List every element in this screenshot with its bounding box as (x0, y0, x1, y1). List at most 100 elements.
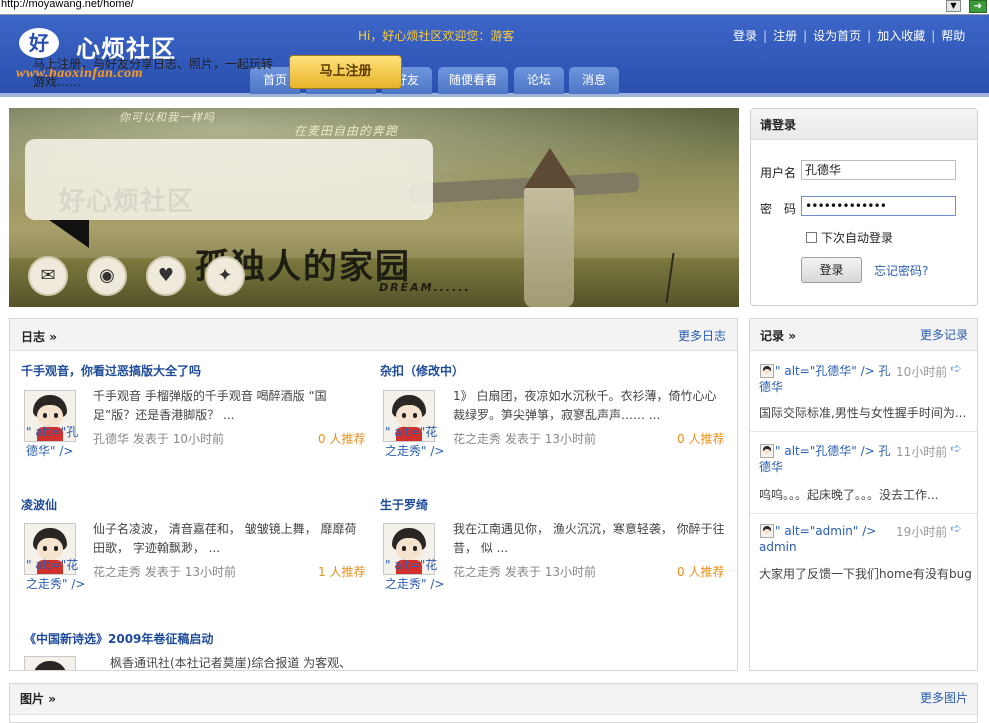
record-text: 大家用了反馈一下我们home有没有bug (759, 567, 971, 581)
diary-post-excerpt: 仙子名凌波， 清音嘉荏和， 皱皱镜上舞， 靡靡荷田歌， 字迹翰飘渺， ... (93, 522, 357, 555)
diary-post-excerpt: 枫香通讯社(本社记者莫崖)综合报道 为客观、 (110, 656, 352, 670)
banner-watermark: 好心烦社区 (59, 187, 195, 217)
diary-post-title[interactable]: 千手观音，你看过恶搞版大全了吗 (21, 362, 201, 379)
post-posted-label: 发表于 (504, 565, 541, 579)
forgot-password-link[interactable]: 忘记密码? (874, 262, 928, 279)
login-button[interactable]: 登录 (801, 257, 862, 283)
hero-banner: 你可以和我一样吗 在麦田自由的奔跑 好心烦社区 孤独人的家园 DREAM....… (9, 108, 739, 307)
post-author[interactable]: 孔德华 (93, 432, 129, 446)
top-links: 登录 | 注册 | 设为首页 | 加入收藏 | 帮助 (733, 27, 965, 44)
set-homepage-link[interactable]: 设为首页 (813, 29, 861, 43)
game-icon[interactable]: ✦ (205, 256, 245, 296)
post-time: 13小时前 (544, 432, 596, 446)
more-diary-link[interactable]: 更多日志 (678, 327, 726, 344)
photos-title-text: 图片 (20, 692, 45, 706)
diary-post-excerpt: 我在江南遇见你， 渔火沉沉，寒意轻袭， 你醉于往昔， 似 ... (453, 522, 725, 555)
photos-panel-header (10, 684, 977, 715)
welcome-text: Hi，好心烦社区欢迎您：游客 (358, 29, 515, 43)
record-author[interactable]: " alt="admin" /> admin (759, 523, 899, 555)
card-icon[interactable]: ♥ (146, 256, 186, 296)
diary-title[interactable]: 日志 » (21, 328, 57, 345)
diary-post-meta: 花之走秀 发表于 13小时前 (453, 563, 596, 580)
banner-slogan-top: 你可以和我一样吗 (119, 111, 215, 124)
post-posted-label: 发表于 (144, 565, 181, 579)
record-author[interactable]: " alt="孔德华" /> 孔德华 (759, 443, 899, 475)
diary-post-title[interactable]: 《中国新诗选》2009年卷征稿启动 (24, 630, 213, 647)
banner-dream-text: DREAM...... (379, 281, 471, 294)
records-title[interactable]: 记录 » (760, 327, 796, 344)
auto-login-checkbox[interactable] (806, 232, 817, 243)
more-records-link[interactable]: 更多记录 (920, 326, 968, 343)
windmill-image (665, 253, 715, 303)
photos-title[interactable]: 图片 » (20, 690, 56, 707)
login-title: 请登录 (760, 118, 797, 132)
post-recommend-count: 0 人推荐 (318, 432, 366, 446)
record-time: 11小时前 (896, 445, 948, 459)
diary-post-title[interactable]: 生于罗绮 (380, 496, 428, 513)
banner-card-text: 马上注册，与好友分享日志、照片，一起玩转游戏…… (33, 57, 274, 89)
record-divider (750, 431, 977, 432)
post-recommend-count: 1 人推荐 (318, 565, 366, 579)
diary-post-meta: 花之走秀 发表于 13小时前 (453, 430, 596, 447)
auto-login-label[interactable]: 下次自动登录 (821, 229, 893, 246)
double-arrow-icon: » (48, 692, 56, 706)
diary-post-meta: 花之走秀 发表于 13小时前 (93, 563, 236, 580)
username-input[interactable]: 孔德华 (801, 160, 956, 180)
avatar-alt-text: " alt="花之走秀" /> (385, 558, 445, 591)
post-recommend-count: 0 人推荐 (677, 565, 725, 579)
reply-icon[interactable]: ➪ (950, 521, 962, 537)
add-favorite-link[interactable]: 加入收藏 (877, 29, 925, 43)
tab-messages[interactable]: 消息 (569, 67, 619, 94)
post-posted-label: 发表于 (132, 432, 169, 446)
post-author[interactable]: 花之走秀 (93, 565, 141, 579)
post-author[interactable]: 花之走秀 (453, 432, 501, 446)
link-separator: | (931, 29, 936, 43)
post-author[interactable]: 花之走秀 (453, 565, 501, 579)
help-link[interactable]: 帮助 (941, 29, 965, 43)
reply-icon[interactable]: ➪ (950, 361, 962, 377)
camera-icon[interactable]: ◉ (87, 256, 127, 296)
password-input[interactable]: ••••••••••••• (801, 196, 956, 216)
username-label: 用户名 (760, 166, 797, 180)
address-dropdown-icon[interactable]: ▼ (946, 0, 961, 12)
scarecrow-figure (524, 183, 574, 307)
diary-post-excerpt: 千手观音 手榴弹版的千手观音 喝醉酒版 “国足”版？还是香港脚版？ ... (93, 389, 327, 422)
message-icon[interactable]: ✉ (28, 256, 68, 296)
post-time: 13小时前 (544, 565, 596, 579)
register-link[interactable]: 注册 (773, 29, 797, 43)
diary-post-title[interactable]: 凌波仙 (21, 496, 57, 513)
avatar[interactable] (24, 656, 76, 670)
avatar-alt-text: " alt="孔德华" /> (26, 425, 79, 458)
password-label: 密 码 (760, 202, 797, 216)
diary-post-excerpt: 1》 白扇团，夜凉如水沉秋千。衣衫薄，倚竹心心裁绿罗。笋尖弹箏，寂寥乱声声…… … (453, 389, 717, 422)
diary-post-meta: 孔德华 发表于 10小时前 (93, 430, 224, 447)
link-separator: | (867, 29, 872, 43)
double-arrow-icon: » (49, 330, 57, 344)
register-now-button[interactable]: 马上注册 (289, 55, 402, 89)
bubble-tail (49, 220, 89, 248)
login-link[interactable]: 登录 (733, 29, 757, 43)
record-text: 呜呜。。。起床晚了。。。没去工作... (759, 488, 939, 502)
address-url[interactable]: http://moyawang.net/home/ (1, 0, 134, 10)
records-title-text: 记录 (760, 329, 785, 343)
tab-browse[interactable]: 随便看看 (438, 67, 508, 94)
record-time: 19小时前 (896, 525, 948, 539)
record-text: 国际交际标准,男性与女性握手时间为... (759, 406, 967, 420)
post-recommend-count: 0 人推荐 (677, 432, 725, 446)
more-photos-link[interactable]: 更多图片 (920, 689, 968, 706)
address-bar[interactable] (0, 0, 989, 15)
record-author[interactable]: " alt="孔德华" /> 孔德华 (759, 363, 899, 395)
banner-slogan-mid: 在麦田自由的奔跑 (294, 124, 399, 138)
go-arrow-icon[interactable]: ➜ (969, 0, 987, 13)
diary-panel-header (10, 319, 737, 351)
post-posted-label: 发表于 (504, 432, 541, 446)
tab-forum[interactable]: 论坛 (514, 67, 564, 94)
reply-icon[interactable]: ➪ (950, 441, 962, 457)
post-time: 13小时前 (184, 565, 236, 579)
post-time: 10小时前 (172, 432, 224, 446)
double-arrow-icon: » (788, 329, 796, 343)
logo-mark[interactable]: 好 (19, 28, 59, 58)
diary-post-title[interactable]: 杂扣（修改中） (380, 362, 464, 379)
record-divider (750, 513, 977, 514)
link-separator: | (763, 29, 768, 43)
